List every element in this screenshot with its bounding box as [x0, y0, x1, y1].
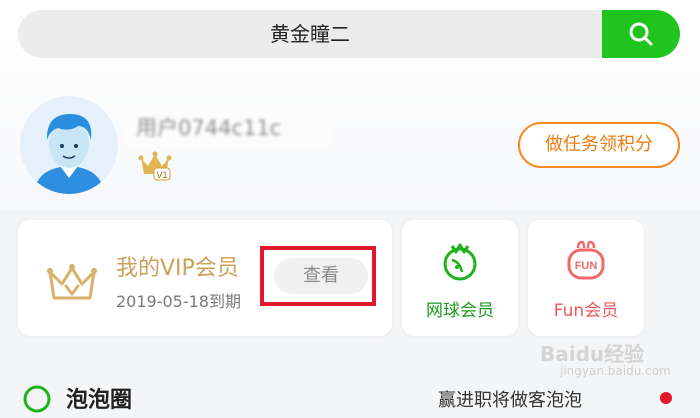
tennis-label: 网球会员	[426, 301, 494, 321]
avatar-image	[20, 96, 118, 194]
vip-title: 我的VIP会员	[116, 256, 239, 281]
watermark-url: jingyan.baidu.com	[560, 364, 671, 378]
highlight-annotation	[260, 246, 376, 306]
watermark: Baidu经验	[540, 342, 645, 366]
search-input[interactable]: 黄金瞳二	[18, 10, 602, 58]
vip-crown	[44, 260, 100, 304]
avatar[interactable]	[20, 96, 118, 194]
fun-label: Fun会员	[553, 301, 619, 321]
bubble-icon	[23, 385, 51, 413]
bubble-circle-title: 泡泡圈	[66, 388, 133, 413]
fun-membership-card[interactable]: FUN Fun会员	[528, 220, 644, 336]
tennis-icon	[443, 243, 477, 281]
fun-icon-text: FUN	[575, 260, 598, 272]
bubble-circle-icon	[22, 384, 52, 414]
tennis-membership-card[interactable]: 网球会员	[402, 220, 518, 336]
notification-dot	[660, 392, 672, 404]
username: 用户0744c11c	[124, 108, 332, 148]
search-button[interactable]	[602, 10, 680, 58]
level-text: V1	[156, 170, 167, 180]
vip-expiry: 2019-05-18到期	[116, 292, 241, 311]
fun-icon-wrap: FUN	[566, 240, 606, 282]
fun-icon: FUN	[567, 240, 605, 280]
tennis-icon-wrap	[440, 240, 480, 282]
search-icon	[629, 22, 653, 46]
bubble-circle-hint[interactable]: 赢进职将做客泡泡	[438, 386, 582, 412]
vip-crown-icon	[47, 264, 97, 300]
earn-points-button[interactable]: 做任务领积分	[518, 122, 680, 168]
vip-level-badge: V1	[138, 150, 172, 182]
search-bar[interactable]: 黄金瞳二	[18, 10, 680, 58]
crown-icon: V1	[138, 151, 172, 181]
